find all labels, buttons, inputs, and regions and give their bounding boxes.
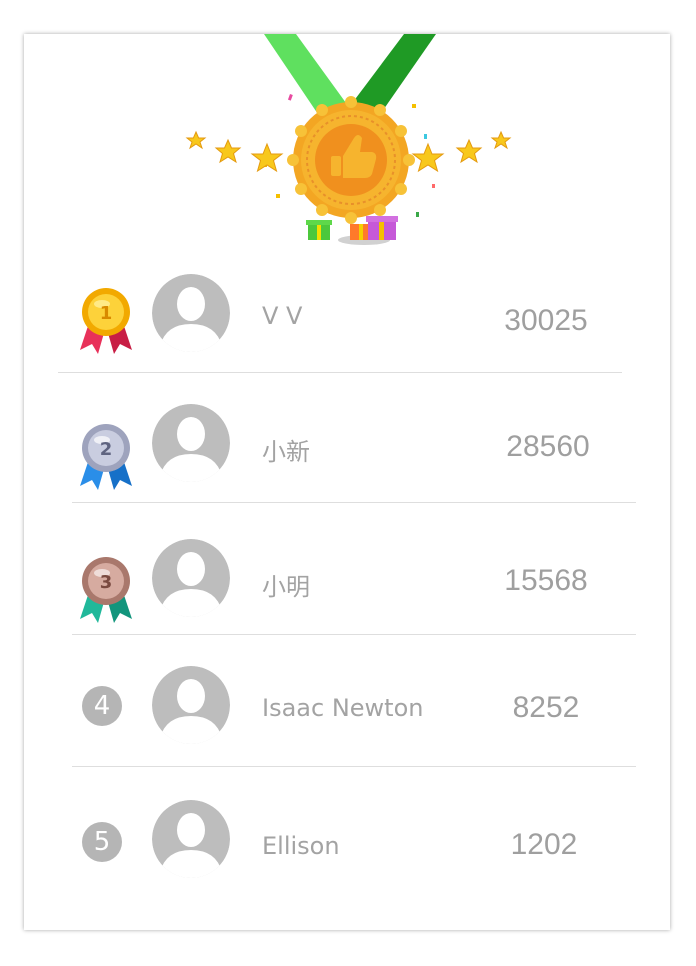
- avatar[interactable]: [152, 404, 230, 482]
- leaderboard-row[interactable]: 3 小明 15568: [24, 539, 670, 639]
- player-score: 8252: [512, 691, 580, 724]
- row-divider: [58, 372, 622, 373]
- leaderboard-card: 1 V V 30025 2 小新 28560 3 小明 15568 4 Isaa…: [24, 34, 670, 930]
- header-illustration: [24, 34, 670, 264]
- player-score: 1202: [510, 828, 578, 861]
- rank-number: 3: [100, 572, 113, 593]
- player-name: V V: [262, 302, 303, 330]
- player-name: Isaac Newton: [262, 694, 424, 722]
- avatar[interactable]: [152, 539, 230, 617]
- row-divider: [72, 766, 636, 767]
- player-name: Ellison: [262, 832, 340, 860]
- rank-number: 5: [82, 822, 122, 862]
- avatar[interactable]: [152, 274, 230, 352]
- player-name: 小新: [262, 438, 310, 466]
- leaderboard-row[interactable]: 4 Isaac Newton 8252: [24, 666, 670, 766]
- rank-number: 1: [100, 303, 113, 324]
- row-divider: [72, 634, 636, 635]
- thumbs-up-medal-icon: [287, 96, 415, 224]
- player-name: 小明: [262, 573, 310, 601]
- leaderboard-row[interactable]: 5 Ellison 1202: [24, 800, 670, 900]
- rank-number: 2: [100, 439, 113, 460]
- leaderboard-row[interactable]: 1 V V 30025: [24, 274, 670, 374]
- bronze-medal-icon: 3: [76, 553, 136, 630]
- silver-medal-icon: 2: [76, 420, 136, 497]
- rank-number: 4: [82, 686, 122, 726]
- avatar[interactable]: [152, 666, 230, 744]
- player-score: 15568: [504, 564, 588, 597]
- player-score: 28560: [506, 430, 590, 463]
- leaderboard-row[interactable]: 2 小新 28560: [24, 404, 670, 504]
- row-divider: [72, 502, 636, 503]
- avatar[interactable]: [152, 800, 230, 878]
- player-score: 30025: [504, 304, 588, 337]
- gold-medal-icon: 1: [76, 284, 136, 361]
